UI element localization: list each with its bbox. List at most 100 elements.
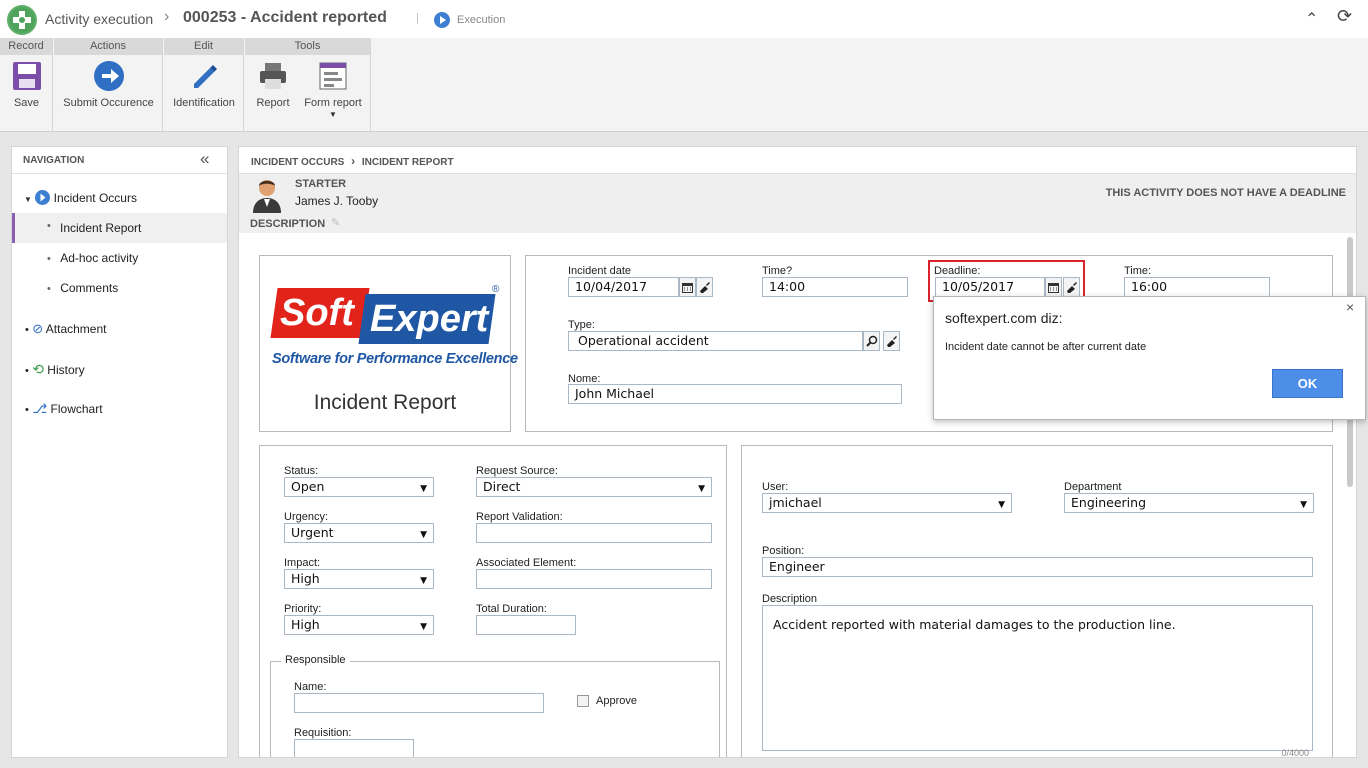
impact-label: Impact:	[284, 557, 321, 569]
nav-item-flowchart[interactable]: • ⎇ Flowchart	[25, 401, 103, 417]
type-input[interactable]: Operational accident	[568, 331, 863, 351]
time-question-label: Time?	[762, 265, 793, 277]
title-bar: Activity execution › 000253 - Accident r…	[0, 0, 1368, 38]
report-button[interactable]: Report	[245, 60, 301, 110]
starter-name: James J. Tooby	[295, 194, 379, 208]
priority-label: Priority:	[284, 603, 322, 615]
nav-item-attachment[interactable]: • ⊘ Attachment	[25, 321, 106, 337]
ribbon-group-edit: Edit Identification	[164, 38, 244, 132]
nav-item-comments[interactable]: • Comments	[47, 281, 118, 295]
expand-caret-icon[interactable]: ▼	[24, 195, 32, 204]
logo-tagline: Software for Performance Excellence	[272, 351, 518, 367]
description-text: Accident reported with material damages …	[773, 617, 1176, 632]
time-input[interactable]: 16:00	[1124, 277, 1270, 297]
urgency-select[interactable]: Urgent	[284, 523, 434, 543]
status-label: Execution	[457, 14, 506, 26]
form-report-icon	[319, 62, 347, 90]
user-select[interactable]: jmichael	[762, 493, 1012, 513]
position-input[interactable]: Engineer	[762, 557, 1313, 577]
bullet-icon: •	[47, 283, 51, 295]
status-label: Status:	[284, 465, 319, 477]
collapse-left-icon[interactable]: «	[200, 149, 209, 169]
nav-item-incident-occurs[interactable]: ▼ Incident Occurs	[24, 190, 137, 205]
nav-item-incident-report[interactable]: • Incident Report	[12, 213, 227, 243]
nav-item-label: Flowchart	[50, 402, 103, 416]
header-separator: |	[416, 12, 419, 24]
form-title: Incident Report	[313, 391, 457, 414]
time-label: Time:	[1124, 265, 1152, 277]
nav-item-history[interactable]: • ⟲ History	[25, 361, 85, 378]
user-label: User:	[762, 481, 789, 493]
type-label: Type:	[568, 319, 595, 331]
flowchart-icon: ⎇	[32, 401, 48, 416]
ribbon-toolbar: Record Save Actions Submit Occurence Edi…	[0, 38, 1368, 132]
position-label: Position:	[762, 545, 805, 557]
breadcrumb-item[interactable]: INCIDENT OCCURS	[251, 157, 344, 168]
submit-occurence-button[interactable]: Submit Occurence	[54, 60, 163, 110]
approve-label: Approve	[596, 695, 637, 707]
requisition-input[interactable]	[294, 739, 414, 757]
save-icon	[12, 62, 41, 90]
logo-registered: ®	[492, 284, 500, 295]
pencil-icon[interactable]: ✎	[331, 216, 340, 229]
bullet-icon: •	[47, 253, 51, 265]
record-title: 000253 - Accident reported	[183, 9, 387, 26]
classification-box: Status: Open Request Source: Direct Urge…	[259, 445, 727, 757]
nav-item-ad-hoc-activity[interactable]: • Ad-hoc activity	[47, 251, 138, 265]
form-report-button[interactable]: Form report ▼	[301, 60, 365, 120]
incident-date-label: Incident date	[568, 265, 631, 277]
report-validation-input[interactable]	[476, 523, 712, 543]
refresh-icon[interactable]: ⟳	[1337, 6, 1352, 27]
logo-box: Soft Expert ® Software for Performance E…	[259, 255, 518, 432]
dialog-message: Incident date cannot be after current da…	[945, 341, 1147, 353]
nav-item-label: History	[47, 363, 85, 377]
ok-button[interactable]: OK	[1272, 369, 1343, 398]
breadcrumb-chevron-icon: ›	[164, 8, 170, 25]
pencil-icon	[194, 65, 217, 88]
execution-icon	[434, 12, 450, 28]
request-source-select[interactable]: Direct	[476, 477, 712, 497]
priority-select[interactable]: High	[284, 615, 434, 635]
approve-checkbox[interactable]	[577, 695, 589, 707]
status-select[interactable]: Open	[284, 477, 434, 497]
navigation-panel: NAVIGATION « ▼ Incident Occurs • Inciden…	[11, 146, 228, 758]
identification-button[interactable]: Identification	[164, 60, 244, 110]
bullet-icon: •	[47, 220, 51, 232]
description-textarea[interactable]: Accident reported with material damages …	[762, 605, 1313, 757]
incident-date-input[interactable]: 10/04/2017	[568, 277, 679, 297]
total-duration-input[interactable]	[476, 615, 576, 635]
responsible-name-input[interactable]	[294, 693, 544, 713]
content-panel: INCIDENT OCCURS › INCIDENT REPORT STARTE…	[238, 146, 1357, 758]
submit-occurence-label: Submit Occurence	[63, 97, 154, 109]
nome-input[interactable]: John Michael	[568, 384, 902, 404]
breadcrumb-item[interactable]: INCIDENT REPORT	[362, 157, 454, 168]
eraser-icon[interactable]	[883, 331, 900, 351]
calendar-icon[interactable]	[679, 277, 696, 297]
collapse-up-icon[interactable]: ⌃	[1305, 9, 1318, 29]
report-validation-label: Report Validation:	[476, 511, 563, 523]
printer-icon	[260, 63, 286, 89]
eraser-icon[interactable]	[696, 277, 713, 297]
request-source-label: Request Source:	[476, 465, 558, 477]
save-button[interactable]: Save	[0, 60, 53, 110]
ribbon-group-actions: Actions Submit Occurence	[54, 38, 163, 132]
department-select[interactable]: Engineering	[1064, 493, 1314, 513]
avatar	[249, 176, 285, 213]
nav-item-label: Ad-hoc activity	[60, 251, 139, 265]
requisition-label: Requisition:	[294, 727, 352, 739]
dropdown-caret-icon[interactable]: ▼	[329, 110, 337, 119]
nav-item-label: Incident Occurs	[53, 191, 137, 205]
responsible-fieldset: Responsible Name: Approve Requisition:	[270, 654, 720, 757]
associated-element-input[interactable]	[476, 569, 712, 589]
impact-select[interactable]: High	[284, 569, 434, 589]
identification-label: Identification	[173, 97, 235, 109]
paperclip-icon: ⊘	[32, 321, 44, 336]
ribbon-group-label: Record	[0, 38, 52, 55]
history-icon: ⟲	[32, 361, 44, 377]
total-duration-label: Total Duration:	[476, 603, 547, 615]
play-circle-icon	[35, 190, 51, 205]
ribbon-group-record: Record Save	[0, 38, 53, 132]
close-icon[interactable]: ×	[1346, 299, 1354, 315]
time-question-input[interactable]: 14:00	[762, 277, 908, 297]
search-icon[interactable]	[863, 331, 880, 351]
